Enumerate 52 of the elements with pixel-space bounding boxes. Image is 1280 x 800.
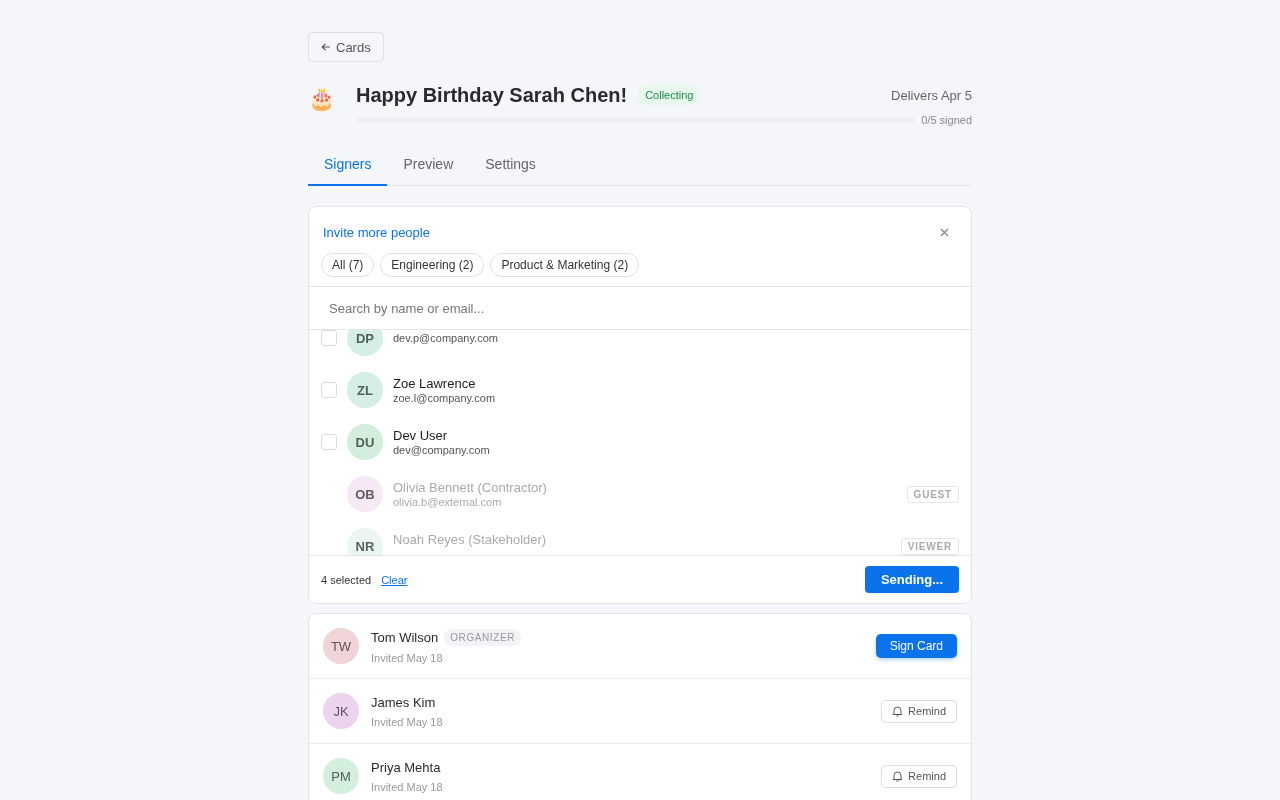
invited-date: Invited May 18 bbox=[371, 780, 443, 793]
invited-date: Invited May 18 bbox=[371, 715, 443, 728]
tab[interactable]: Settings bbox=[469, 148, 552, 186]
avatar: ZL bbox=[347, 372, 383, 408]
tab[interactable]: Preview bbox=[387, 148, 470, 186]
signer-name: James Kim bbox=[371, 694, 436, 710]
person-email: olivia.b@external.com bbox=[393, 496, 503, 508]
signer-name: Priya Mehta bbox=[371, 759, 441, 775]
send-button[interactable]: Sending... bbox=[864, 566, 959, 593]
avatar: JK bbox=[323, 693, 359, 729]
avatar: TW bbox=[323, 628, 359, 664]
clear-link[interactable]: Clear bbox=[381, 573, 408, 586]
person-email: dev@company.com bbox=[393, 444, 490, 456]
tab[interactable]: Signers bbox=[308, 148, 388, 186]
bell-icon bbox=[892, 705, 904, 717]
person-name: Noah Reyes (Stakeholder) bbox=[393, 531, 547, 547]
person-email: zoe.l@company.com bbox=[393, 392, 496, 404]
back-arrow-icon bbox=[321, 42, 331, 52]
signer-name: Tom Wilson bbox=[371, 629, 439, 645]
avatar: NR bbox=[347, 528, 383, 555]
role-badge: VIEWER bbox=[900, 537, 959, 555]
card-title: Happy Birthday Sarah Chen! bbox=[356, 83, 628, 107]
checkbox[interactable] bbox=[321, 434, 337, 450]
bell-icon bbox=[892, 770, 904, 782]
close-icon bbox=[940, 228, 949, 237]
role-badge: ORGANIZER bbox=[444, 628, 522, 646]
filter-chip[interactable]: Product & Marketing (2) bbox=[490, 253, 640, 277]
panel-title: Invite more people bbox=[323, 224, 430, 240]
search-field[interactable]: Search by name or email... bbox=[309, 286, 971, 330]
remind-button[interactable]: Remind bbox=[881, 764, 957, 788]
sign-card-button[interactable]: Sign Card bbox=[875, 634, 957, 658]
avatar: PM bbox=[323, 758, 359, 794]
selected-count: 4 selected bbox=[321, 573, 372, 586]
avatar: OB bbox=[347, 476, 383, 512]
person-name: Zoe Lawrence bbox=[393, 376, 477, 391]
role-badge: GUEST bbox=[906, 485, 959, 503]
invited-date: Invited May 18 bbox=[371, 651, 444, 664]
checkbox[interactable] bbox=[321, 330, 337, 346]
person-name: Olivia Bennett (Contractor) bbox=[393, 480, 547, 495]
signed-count: 0/5 signed bbox=[921, 114, 972, 126]
person-email: dev.p@company.com bbox=[393, 332, 498, 344]
avatar: DP bbox=[347, 330, 383, 356]
checkbox[interactable] bbox=[321, 382, 337, 398]
filter-chip[interactable]: Engineering (2) bbox=[380, 253, 485, 277]
remind-button[interactable]: Remind bbox=[881, 699, 957, 723]
cake-icon: 🎂 bbox=[308, 80, 356, 126]
person-name: Dev User bbox=[393, 428, 449, 443]
delivery-date: Delivers Apr 5 bbox=[891, 87, 972, 103]
avatar: DU bbox=[347, 424, 383, 460]
status-badge: Collecting bbox=[637, 85, 702, 105]
filter-chip[interactable]: All (7) bbox=[321, 253, 375, 277]
back-button[interactable]: Cards bbox=[308, 32, 384, 62]
